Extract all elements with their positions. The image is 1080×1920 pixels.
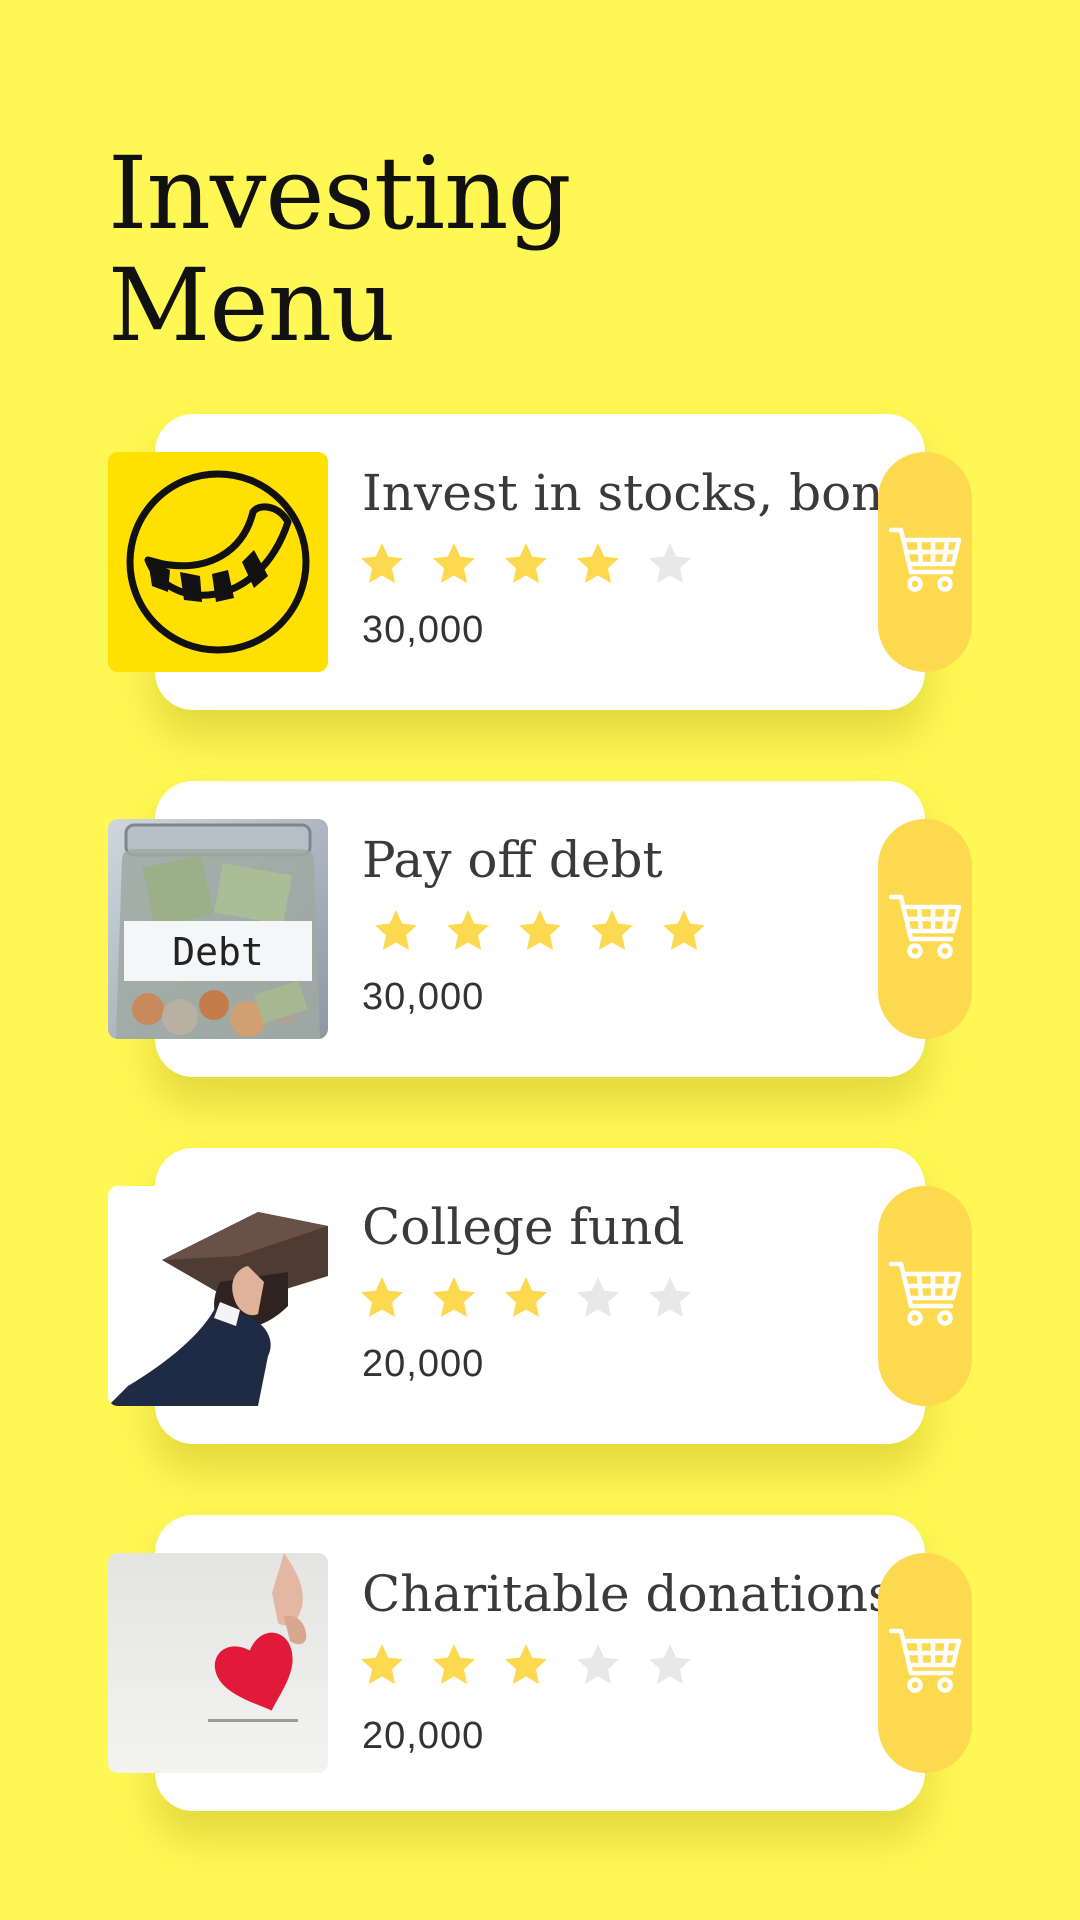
star-empty-icon xyxy=(646,540,694,588)
star-rating xyxy=(358,1641,694,1701)
item-title: Invest in stocks, bonds xyxy=(362,464,942,522)
star-filled-icon xyxy=(430,540,478,588)
star-filled-icon xyxy=(516,907,564,955)
page-title-line1: Investing xyxy=(108,135,571,252)
menu-item-card[interactable]: Invest in stocks, bonds 30,000 xyxy=(0,414,1080,710)
star-filled-icon xyxy=(502,1274,550,1322)
page-title-line2: Menu xyxy=(108,247,395,364)
heart-donation-image xyxy=(108,1553,328,1773)
item-price: 30,000 xyxy=(362,609,485,651)
item-price: 30,000 xyxy=(362,976,485,1018)
star-filled-icon xyxy=(430,1641,478,1689)
shopping-cart-icon xyxy=(887,1625,963,1701)
shopping-cart-icon xyxy=(887,524,963,600)
page-title: Investing Menu xyxy=(108,135,571,364)
star-filled-icon xyxy=(430,1274,478,1322)
star-filled-icon xyxy=(358,1274,406,1322)
star-rating xyxy=(358,1274,694,1334)
graduation-cap-image xyxy=(108,1186,328,1406)
jar-label-text: Debt xyxy=(172,930,264,974)
star-empty-icon xyxy=(574,1274,622,1322)
menu-item-card[interactable]: Charitable donations 20,000 xyxy=(0,1515,1080,1811)
shopping-cart-icon xyxy=(887,1258,963,1334)
debt-jar-image: Debt xyxy=(108,819,328,1039)
star-filled-icon xyxy=(574,540,622,588)
item-price: 20,000 xyxy=(362,1715,485,1757)
shopping-cart-icon xyxy=(887,891,963,967)
star-filled-icon xyxy=(660,907,708,955)
star-empty-icon xyxy=(646,1274,694,1322)
star-filled-icon xyxy=(588,907,636,955)
add-to-cart-button[interactable] xyxy=(878,819,972,1039)
star-rating xyxy=(372,907,708,967)
star-filled-icon xyxy=(358,540,406,588)
item-title: Pay off debt xyxy=(362,831,663,889)
item-title: College fund xyxy=(362,1198,685,1256)
star-empty-icon xyxy=(574,1641,622,1689)
star-filled-icon xyxy=(444,907,492,955)
star-filled-icon xyxy=(372,907,420,955)
star-filled-icon xyxy=(358,1641,406,1689)
star-filled-icon xyxy=(502,1641,550,1689)
menu-item-card[interactable]: College fund 20,000 xyxy=(0,1148,1080,1444)
star-rating xyxy=(358,540,694,600)
add-to-cart-button[interactable] xyxy=(878,452,972,672)
item-price: 20,000 xyxy=(362,1343,485,1385)
add-to-cart-button[interactable] xyxy=(878,1553,972,1773)
star-filled-icon xyxy=(502,540,550,588)
star-empty-icon xyxy=(646,1641,694,1689)
item-title: Charitable donations xyxy=(362,1565,894,1623)
menu-item-card[interactable]: Debt Pay off debt 30,000 xyxy=(0,781,1080,1077)
smiling-face-logo-image xyxy=(108,452,328,672)
add-to-cart-button[interactable] xyxy=(878,1186,972,1406)
